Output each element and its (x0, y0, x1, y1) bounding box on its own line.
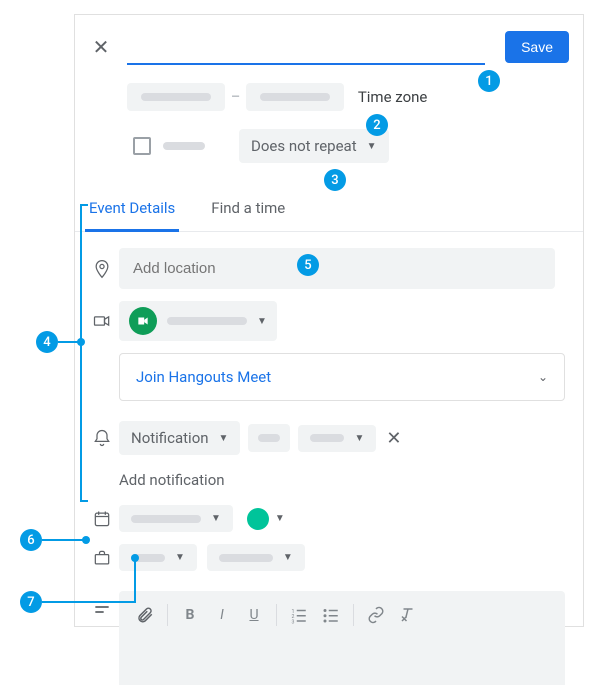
color-dot (247, 508, 269, 530)
timezone-label[interactable]: Time zone (358, 88, 428, 106)
bold-icon[interactable]: B (176, 601, 204, 629)
chevron-down-icon[interactable]: ⌄ (538, 370, 548, 384)
calendar-icon (85, 509, 119, 529)
bulleted-list-icon[interactable] (317, 601, 345, 629)
range-dash: – (231, 89, 240, 105)
numbered-list-icon[interactable]: 123 (285, 601, 313, 629)
conferencing-select[interactable]: ▼ (119, 301, 277, 341)
close-icon[interactable]: ✕ (89, 35, 113, 59)
save-button[interactable]: Save (505, 31, 569, 63)
callout-6: 6 (20, 529, 42, 551)
location-input[interactable] (119, 248, 555, 289)
location-icon (85, 259, 119, 279)
link-icon[interactable] (362, 601, 390, 629)
attach-icon[interactable] (131, 601, 159, 629)
reminder-method-select[interactable]: Notification ▼ (119, 421, 240, 455)
chevron-down-icon: ▼ (354, 433, 364, 444)
allday-label (163, 142, 205, 150)
description-icon (85, 597, 119, 617)
calendar-select[interactable]: ▼ (119, 505, 233, 532)
editor-toolbar: B I U 123 (119, 601, 565, 629)
tab-event-details[interactable]: Event Details (85, 189, 179, 232)
event-color-select[interactable]: ▼ (247, 508, 285, 530)
chevron-down-icon: ▼ (283, 552, 293, 563)
tab-find-a-time[interactable]: Find a time (207, 189, 289, 231)
reminder-value-input[interactable] (248, 424, 290, 452)
event-editor: ✕ Save – Time zone Does not repeat ▼ Eve… (74, 14, 584, 627)
hangouts-meet-icon (129, 307, 157, 335)
bell-icon (85, 428, 119, 448)
callout-1: 1 (478, 70, 500, 92)
join-meet-box[interactable]: Join Hangouts Meet ⌄ (119, 353, 565, 401)
callout-5: 5 (297, 254, 319, 276)
start-datetime-chip[interactable] (127, 83, 225, 111)
video-icon (85, 311, 119, 331)
italic-icon[interactable]: I (208, 601, 236, 629)
callout-2: 2 (366, 114, 388, 136)
add-notification-button[interactable]: Add notification (75, 461, 583, 493)
reminder-unit-select[interactable]: ▼ (298, 425, 376, 452)
chevron-down-icon: ▼ (275, 513, 285, 524)
chevron-down-icon: ▼ (219, 433, 229, 444)
chevron-down-icon: ▼ (175, 552, 185, 563)
visibility-select[interactable]: ▼ (207, 544, 305, 571)
callout-7: 7 (20, 591, 42, 613)
callout-3: 3 (324, 169, 346, 191)
underline-icon[interactable]: U (240, 601, 268, 629)
remove-reminder-icon[interactable]: ✕ (386, 428, 401, 449)
chevron-down-icon: ▼ (367, 141, 377, 152)
event-title-input[interactable] (127, 29, 485, 65)
join-meet-link[interactable]: Join Hangouts Meet (136, 368, 271, 386)
recurrence-select[interactable]: Does not repeat ▼ (239, 129, 389, 163)
description-editor[interactable]: B I U 123 (119, 591, 565, 685)
allday-checkbox[interactable] (133, 137, 151, 155)
end-datetime-chip[interactable] (246, 83, 344, 111)
clear-format-icon[interactable] (394, 601, 422, 629)
briefcase-icon (85, 548, 119, 568)
svg-text:3: 3 (292, 619, 295, 624)
callout-4: 4 (36, 331, 58, 353)
chevron-down-icon: ▼ (211, 513, 221, 524)
chevron-down-icon: ▼ (257, 316, 267, 327)
